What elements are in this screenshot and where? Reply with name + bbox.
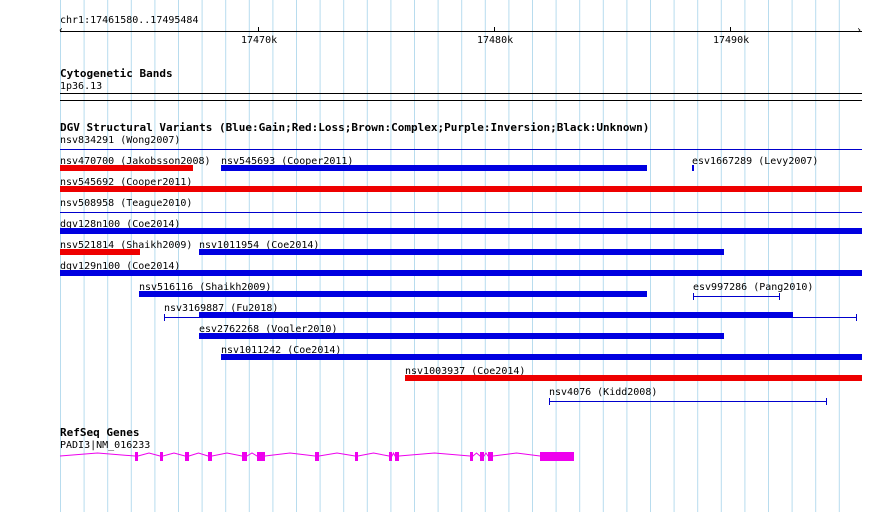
gene-exon — [135, 452, 138, 461]
gene-exon — [242, 452, 247, 461]
variant-span-end-esv997286 — [693, 293, 694, 300]
variant-line-nsv508958[interactable] — [60, 212, 862, 213]
genome-browser: chr1:17461580..17495484 ‹ › 17470k 17480… — [0, 0, 890, 512]
variant-label-esv1667289[interactable]: esv1667289 (Levy2007) — [692, 156, 818, 167]
variant-bar-nsv516116[interactable] — [139, 291, 647, 297]
variant-bar-nsv3169887[interactable] — [199, 312, 793, 318]
variant-line-nsv834291[interactable] — [60, 149, 862, 150]
gene-intron-line — [59, 451, 541, 457]
variant-bar-dgv129n100[interactable] — [60, 270, 862, 276]
variant-bar-nsv470700[interactable] — [60, 165, 193, 171]
ruler-tick-label: 17480k — [477, 35, 514, 46]
variant-bar-esv2762268[interactable] — [199, 333, 724, 339]
gene-exon — [480, 452, 484, 461]
ruler-tick-label: 17490k — [713, 35, 750, 46]
gene-exon — [315, 452, 319, 461]
ruler-tick — [258, 27, 259, 32]
ruler-axis — [60, 31, 862, 32]
dgv-track-title: DGV Structural Variants (Blue:Gain;Red:L… — [60, 121, 650, 134]
gene-exon — [540, 452, 574, 461]
gene-model[interactable] — [0, 446, 890, 476]
variant-label-nsv508958[interactable]: nsv508958 (Teague2010) — [60, 198, 192, 209]
variant-bar-nsv521814[interactable] — [60, 249, 140, 255]
variant-bar-nsv545693[interactable] — [221, 165, 647, 171]
gene-exon — [257, 452, 265, 461]
ruler-region: chr1:17461580..17495484 — [60, 15, 199, 26]
gene-exon — [160, 452, 163, 461]
refseq-track-title[interactable]: RefSeq Genes — [60, 427, 139, 439]
gene-exon — [488, 452, 493, 461]
variant-span-end-esv997286 — [779, 293, 780, 300]
gene-exon — [389, 452, 392, 461]
variant-span-esv997286[interactable] — [693, 296, 779, 297]
ruler-tick — [494, 27, 495, 32]
variant-bar-dgv128n100[interactable] — [60, 228, 862, 234]
variant-bar-esv1667289[interactable] — [692, 165, 694, 171]
variant-bar-nsv1011954[interactable] — [199, 249, 724, 255]
cytoband-line — [60, 100, 862, 101]
variant-bar-nsv545692[interactable] — [60, 186, 862, 192]
cytoband-label: 1p36.13 — [60, 81, 103, 92]
variant-bar-nsv1011242[interactable] — [221, 354, 862, 360]
gene-exon — [355, 452, 358, 461]
variant-span-end-nsv3169887 — [856, 314, 857, 321]
variant-label-esv997286[interactable]: esv997286 (Pang2010) — [693, 282, 813, 293]
ruler-arrow-right-icon: › — [856, 25, 863, 36]
ruler-arrow-left-icon: ‹ — [58, 25, 65, 36]
gene-exon — [185, 452, 189, 461]
variant-span-end-nsv4076 — [549, 398, 550, 405]
gene-exon — [208, 452, 212, 461]
variant-label-nsv4076[interactable]: nsv4076 (Kidd2008) — [549, 387, 657, 398]
variant-span-nsv4076[interactable] — [549, 401, 826, 402]
variant-label-nsv834291[interactable]: nsv834291 (Wong2007) — [60, 135, 180, 146]
ruler-tick — [730, 27, 731, 32]
cytoband-line — [60, 93, 862, 94]
variant-span-end-nsv4076 — [826, 398, 827, 405]
variant-span-end-nsv3169887 — [164, 314, 165, 321]
variant-bar-nsv1003937[interactable] — [405, 375, 862, 381]
gene-exon — [470, 452, 473, 461]
ruler-tick-label: 17470k — [241, 35, 278, 46]
gene-exon — [395, 452, 399, 461]
cytoband-track-title: Cytogenetic Bands — [60, 67, 173, 80]
